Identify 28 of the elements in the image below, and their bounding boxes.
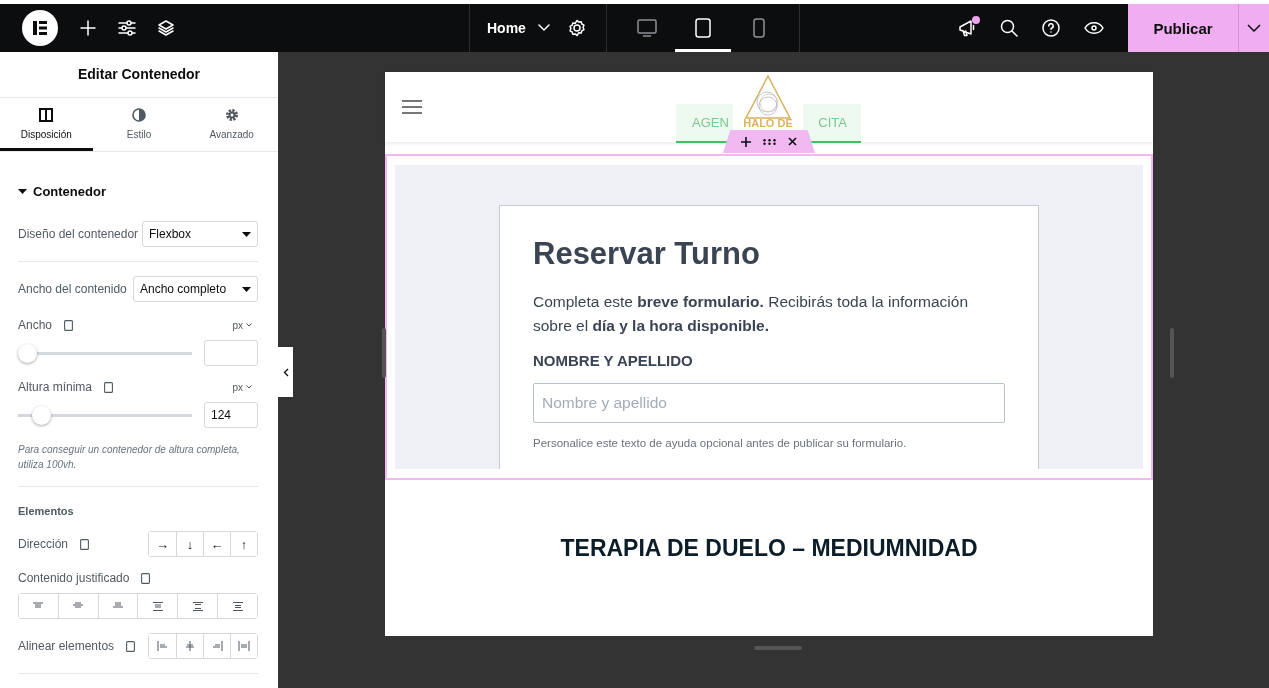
name-input-field[interactable]: Nombre y apellido	[533, 383, 1005, 423]
field-label: NOMBRE Y APELLIDO	[533, 352, 694, 369]
field-label: Ancho	[18, 318, 53, 332]
panel-tab[interactable]: Estilo	[92, 97, 186, 151]
form-title: Reservar Turno	[533, 236, 761, 272]
section-heading: TERAPIA DE DUELO – MEDIUMNIDAD	[560, 534, 978, 562]
number-field[interactable]: 124	[204, 402, 258, 428]
site-logo: HALO DE	[733, 74, 803, 132]
help-text: Personalice este texto de ayuda opcional antes de publicar su formulario.	[533, 437, 908, 449]
select-field[interactable]: Flexbox	[142, 221, 258, 247]
field-label: Diseño del contenedor	[18, 227, 139, 241]
unit-selector[interactable]: px	[226, 380, 258, 394]
help-text: Para conseguir un contenedor de altura completa, utiliza 100vh.	[18, 443, 241, 472]
select-field[interactable]: Ancho completo	[133, 276, 258, 302]
publish-button[interactable]: Publicar	[1128, 4, 1238, 52]
panel-tab[interactable]: Avanzado	[185, 97, 278, 151]
page-selector[interactable]: Home	[487, 20, 550, 36]
field-label: Altura mínima	[18, 380, 93, 394]
direction-button[interactable]: ↑	[230, 532, 257, 556]
field-label: Ancho del contenido	[18, 282, 127, 296]
group-heading: Elementos	[18, 505, 75, 517]
form-intro: Completa este breve formulario. Recibirás toda la información sobre el día y la hora disponible.	[533, 292, 970, 336]
field-label: Alinear elementos	[18, 639, 115, 653]
unit-selector[interactable]: px	[226, 318, 258, 332]
field-label: Contenido justificado	[18, 571, 130, 585]
panel-tab[interactable]: Disposición	[0, 97, 93, 151]
section-toggle[interactable]: Contenedor	[18, 184, 258, 199]
field-label: Dirección	[18, 537, 68, 551]
